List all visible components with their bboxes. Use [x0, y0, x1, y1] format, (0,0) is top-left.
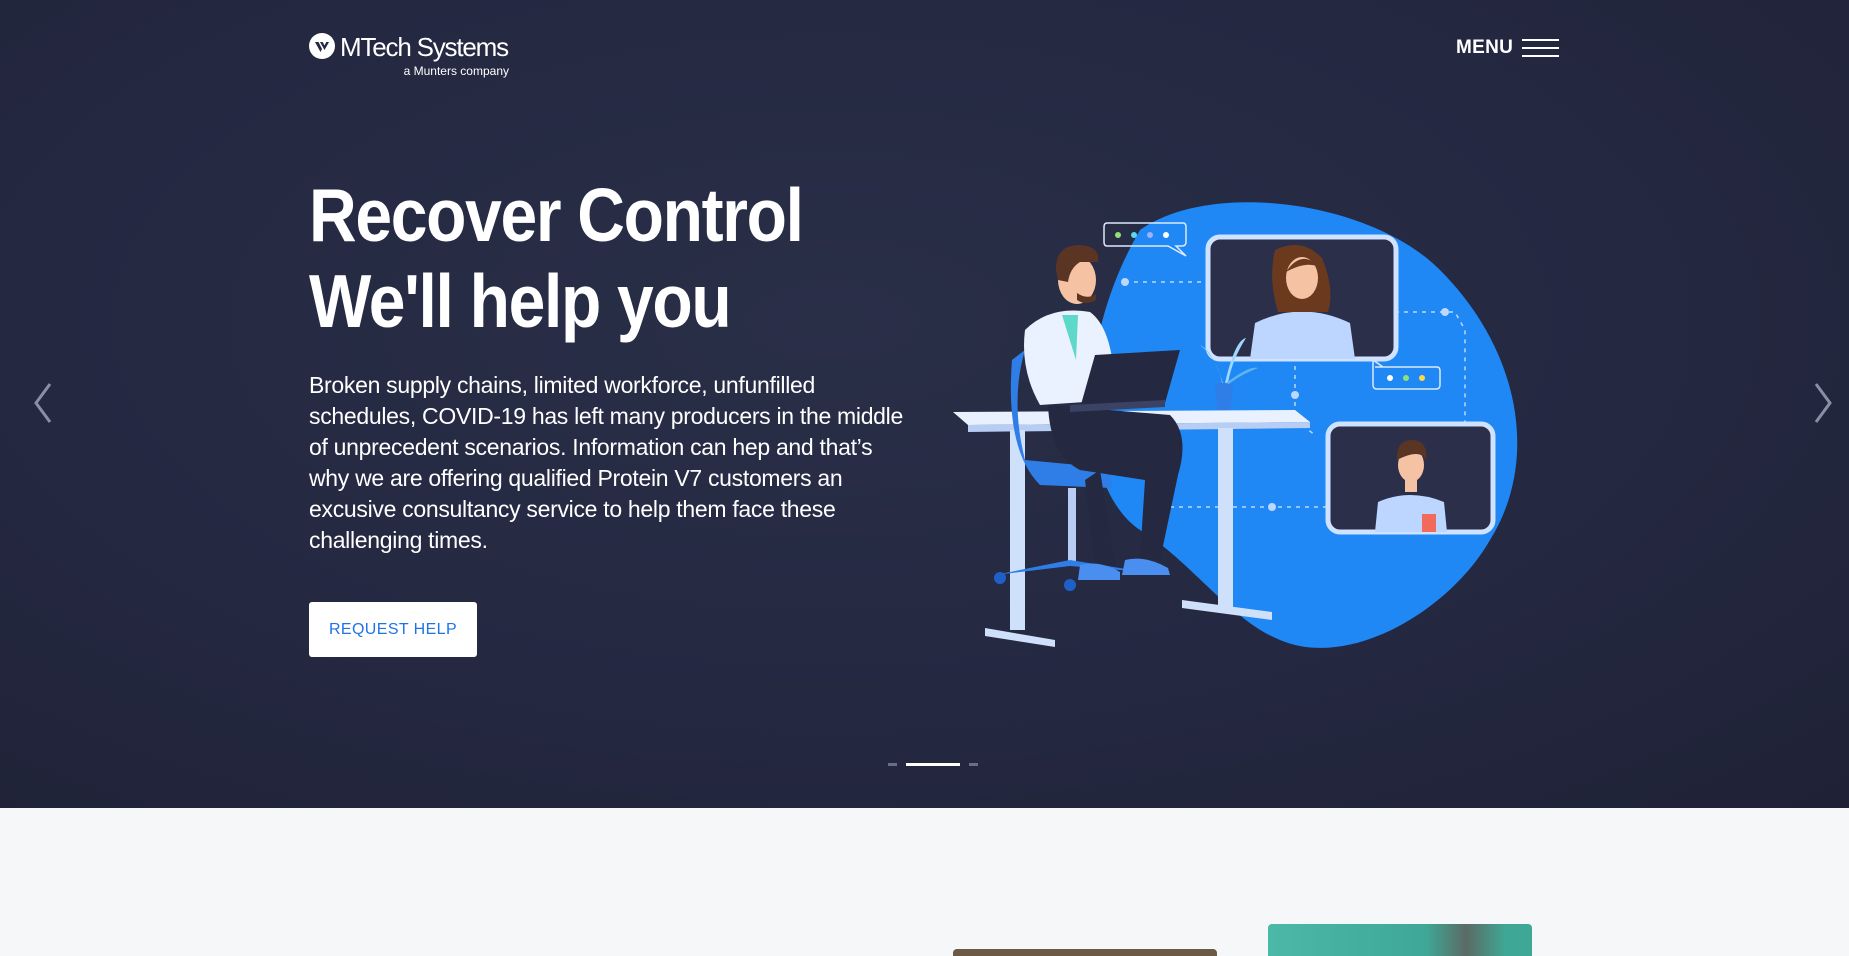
headline-line-1: Recover Control — [309, 173, 804, 257]
hero-description: Broken supply chains, limited workforce,… — [309, 372, 903, 553]
carousel-dot-2[interactable] — [906, 763, 960, 766]
hero-carousel: MTech Systems a Munters company MENU Rec… — [0, 0, 1849, 808]
request-help-button[interactable]: REQUEST HELP — [309, 602, 477, 657]
chevron-left-icon[interactable] — [26, 378, 60, 428]
chevron-right-icon[interactable] — [1806, 378, 1840, 428]
content-card-image[interactable] — [953, 949, 1217, 956]
hero-headline: Recover Control We'll help you — [309, 172, 855, 344]
carousel-indicators — [888, 763, 978, 766]
logo-tagline: a Munters company — [403, 64, 509, 78]
headline-line-2: We'll help you — [309, 259, 732, 343]
remote-consultancy-illustration — [953, 202, 1518, 648]
menu-label: MENU — [1456, 37, 1514, 58]
logo-mark-icon — [309, 33, 335, 59]
carousel-dot-1[interactable] — [888, 763, 897, 766]
hamburger-icon — [1522, 39, 1560, 57]
company-logo[interactable]: MTech Systems a Munters company — [309, 33, 519, 81]
menu-button[interactable]: MENU — [1456, 34, 1560, 62]
logo-name: MTech Systems — [340, 32, 509, 62]
carousel-dot-3[interactable] — [969, 763, 978, 766]
content-card-image[interactable] — [1268, 924, 1532, 956]
